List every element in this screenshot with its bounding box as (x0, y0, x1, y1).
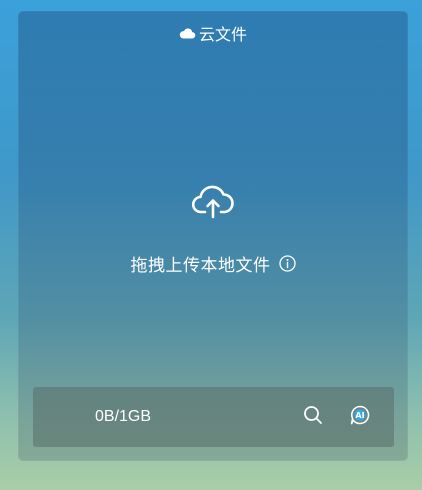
upload-instruction: 拖拽上传本地文件 (131, 251, 296, 276)
cloud-upload-icon (192, 181, 234, 221)
search-button[interactable] (301, 405, 325, 429)
storage-usage: 0B/1GB (95, 408, 152, 425)
footer-bar: 0B/1GB AI (33, 387, 394, 447)
ai-assistant-icon: AI (349, 404, 371, 431)
search-icon (303, 405, 323, 430)
ai-assistant-button[interactable]: AI (348, 405, 372, 429)
upload-drop-zone[interactable]: 拖拽上传本地文件 (18, 181, 408, 276)
panel-title: 云文件 (198, 27, 247, 44)
upload-label: 拖拽上传本地文件 (130, 256, 271, 275)
svg-text:AI: AI (355, 410, 364, 419)
info-icon[interactable] (278, 255, 296, 272)
cloud-files-panel: 云文件 拖拽上传本地文件 0B/1GB AI (18, 11, 408, 461)
cloud-icon (179, 27, 196, 39)
panel-header: 云文件 (18, 21, 408, 45)
